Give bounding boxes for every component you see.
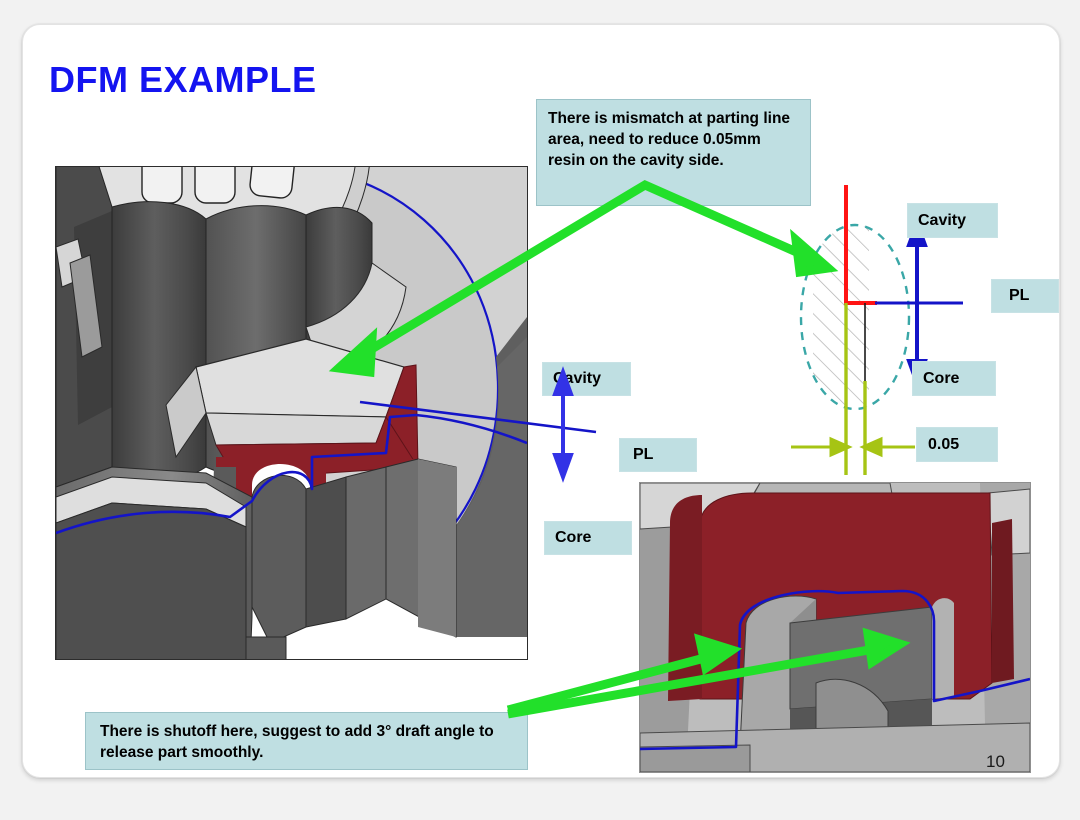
slide-card: DFM EXAMPLE There is mismatch at parting… [22,24,1060,778]
label-dimension-005: 0.05 [916,427,998,462]
dimension-arrows [791,436,915,458]
main-render-graphic [56,167,527,659]
detail-render-graphic [640,483,1030,772]
label-core-left: Core [544,521,632,555]
detail-cad-render [639,482,1031,773]
label-pl-right: PL [991,279,1059,313]
callout-mismatch: There is mismatch at parting line area, … [536,99,811,206]
main-cad-render [55,166,528,660]
hatched-steel-region [813,225,869,409]
label-core-right: Core [912,361,996,396]
page-title: DFM EXAMPLE [49,59,317,100]
label-pl-left: PL [619,438,697,472]
label-cavity-left: Cavity [542,362,631,396]
page-number: 10 [986,752,1005,771]
callout-shutoff: There is shutoff here, suggest to add 3°… [85,712,528,770]
label-cavity-right: Cavity [907,203,998,238]
